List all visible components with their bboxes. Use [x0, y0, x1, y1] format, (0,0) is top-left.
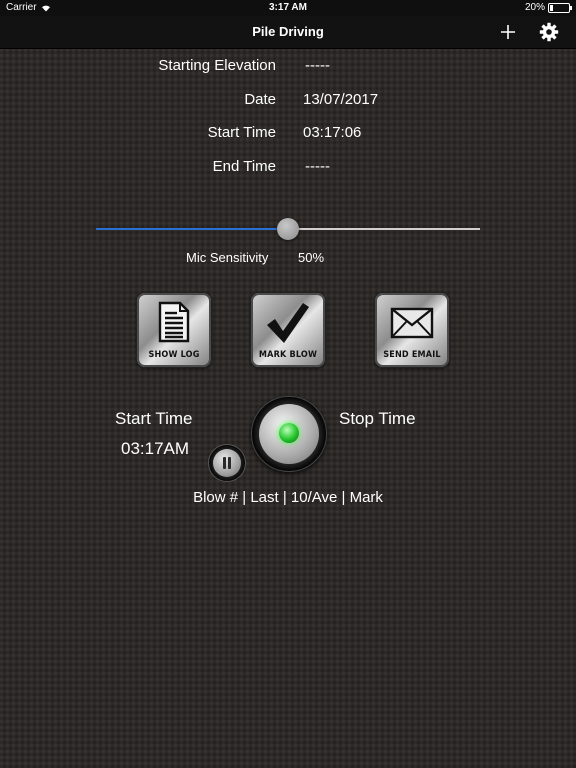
end-time-label: End Time [212, 158, 276, 175]
battery-icon [548, 2, 572, 13]
mic-sensitivity-slider[interactable] [96, 218, 480, 240]
gear-icon [539, 22, 559, 42]
timer-start-label: Start Time [115, 409, 193, 428]
timer-stop-label: Stop Time [339, 409, 416, 428]
status-bar: Carrier 3:17 AM 20% [0, 0, 576, 16]
show-log-label: SHOW LOG [148, 350, 200, 360]
start-time-row: Start Time 03:17:06 [0, 124, 576, 144]
pause-button[interactable] [208, 444, 246, 482]
pause-icon [223, 457, 231, 469]
green-led-icon [279, 423, 299, 443]
page-title: Pile Driving [252, 24, 324, 39]
start-time-value: 03:17:06 [303, 124, 362, 141]
timer-start-value: 03:17AM [121, 439, 190, 458]
starting-elevation-row: Starting Elevation ----- [0, 57, 576, 77]
end-time-row: End Time ----- [0, 158, 576, 178]
status-time: 3:17 AM [269, 2, 307, 13]
battery-percent: 20% [524, 2, 545, 13]
date-row: Date 13/07/2017 [0, 91, 576, 111]
send-email-label: SEND EMAIL [383, 350, 441, 360]
slider-thumb[interactable] [277, 218, 299, 240]
starting-elevation-label: Starting Elevation [158, 57, 276, 74]
checkmark-icon [267, 303, 309, 343]
slider-track-fill [96, 228, 288, 230]
plus-icon [501, 25, 515, 39]
starting-elevation-value: ----- [305, 57, 330, 74]
add-button[interactable] [496, 20, 520, 44]
mic-sensitivity-label: Mic Sensitivity [186, 250, 269, 265]
date-label: Date [244, 91, 276, 108]
show-log-button[interactable]: SHOW LOG [136, 292, 212, 368]
start-stop-button[interactable] [251, 396, 327, 472]
blow-table-header: Blow # | Last | 10/Ave | Mark [193, 489, 383, 506]
battery-info: 20% [524, 2, 572, 13]
nav-bar: Pile Driving [0, 16, 576, 49]
document-icon [158, 301, 190, 343]
settings-button[interactable] [537, 20, 561, 44]
end-time-value: ----- [305, 158, 330, 175]
start-time-label: Start Time [207, 124, 276, 141]
mic-sensitivity-value: 50% [298, 250, 325, 265]
envelope-icon [390, 307, 434, 339]
mark-blow-label: MARK BLOW [258, 350, 318, 360]
send-email-button[interactable]: SEND EMAIL [374, 292, 450, 368]
date-value: 13/07/2017 [303, 91, 379, 108]
mark-blow-button[interactable]: MARK BLOW [250, 292, 326, 368]
